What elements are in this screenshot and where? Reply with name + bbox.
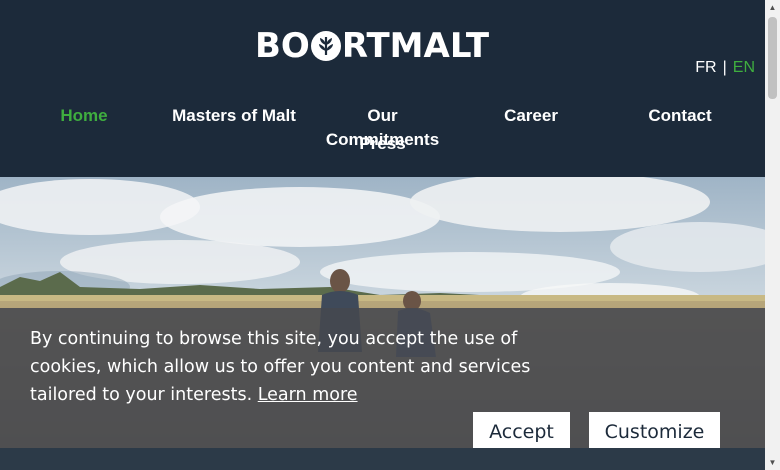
- nav-masters-of-malt[interactable]: Masters of Malt: [172, 104, 296, 128]
- learn-more-link[interactable]: Learn more: [258, 385, 358, 405]
- lang-separator: |: [722, 59, 727, 76]
- scrollbar-thumb[interactable]: [768, 17, 777, 99]
- boortmalt-logo[interactable]: BO RTMALT: [255, 29, 489, 63]
- nav-press[interactable]: Press: [355, 132, 410, 156]
- nav-career[interactable]: Career: [500, 104, 562, 128]
- cookie-message: By continuing to browse this site, you a…: [30, 325, 570, 409]
- cookie-banner: By continuing to browse this site, you a…: [0, 308, 765, 453]
- logo-text-start: BO: [255, 26, 310, 66]
- page: BO RTMALT FR | EN Home Masters of Malt O…: [0, 0, 765, 470]
- lang-fr-link[interactable]: FR: [695, 59, 716, 77]
- customize-cookies-button[interactable]: Customize: [589, 412, 720, 453]
- vertical-scrollbar[interactable]: ▲ ▼: [765, 0, 780, 470]
- language-switcher: FR | EN: [695, 59, 755, 77]
- site-header: BO RTMALT FR | EN Home Masters of Malt O…: [0, 0, 765, 177]
- lang-en-link[interactable]: EN: [733, 59, 755, 77]
- wheat-in-circle-icon: [310, 31, 341, 61]
- logo-text-end: RTMALT: [341, 26, 490, 66]
- nav-home[interactable]: Home: [60, 104, 108, 128]
- accept-cookies-button[interactable]: Accept: [473, 412, 570, 453]
- scroll-up-arrow-icon[interactable]: ▲: [765, 0, 780, 15]
- hero-bottom-strip: [0, 448, 765, 470]
- scroll-down-arrow-icon[interactable]: ▼: [765, 455, 780, 470]
- nav-contact[interactable]: Contact: [646, 104, 714, 128]
